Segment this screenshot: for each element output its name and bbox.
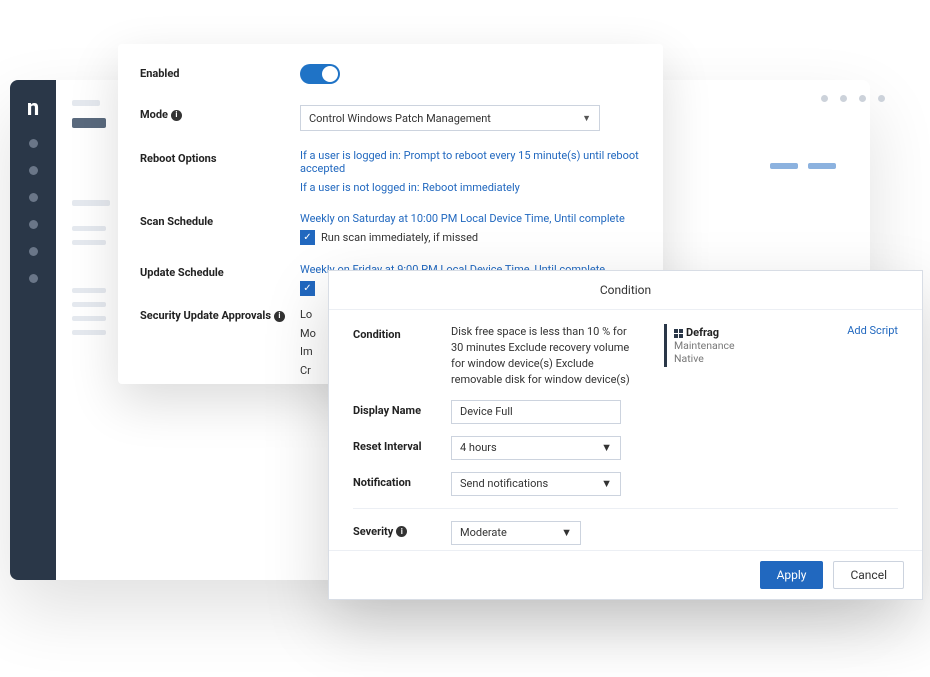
reboot-logged-in-link[interactable]: If a user is logged in: Prompt to reboot… bbox=[300, 149, 641, 175]
skeleton bbox=[72, 240, 106, 245]
app-logo: n bbox=[27, 96, 39, 121]
caret-down-icon: ▼ bbox=[582, 113, 591, 124]
caret-down-icon: ▼ bbox=[601, 441, 612, 454]
skeleton bbox=[72, 288, 106, 293]
skeleton bbox=[72, 226, 106, 231]
apply-button[interactable]: Apply bbox=[760, 561, 824, 589]
enabled-label: Enabled bbox=[140, 64, 300, 80]
scan-schedule-label: Scan Schedule bbox=[140, 212, 300, 228]
condition-modal: Condition Add Script Defrag Maintenance … bbox=[328, 270, 923, 600]
divider bbox=[353, 508, 898, 509]
scan-schedule-link[interactable]: Weekly on Saturday at 10:00 PM Local Dev… bbox=[300, 212, 641, 225]
add-script-link[interactable]: Add Script bbox=[847, 324, 898, 337]
info-icon[interactable]: i bbox=[396, 526, 407, 537]
severity-select[interactable]: Moderate▼ bbox=[451, 521, 581, 545]
scan-missed-checkbox[interactable]: ✓ bbox=[300, 230, 315, 245]
nav-dot[interactable] bbox=[29, 166, 38, 175]
skeleton bbox=[808, 163, 836, 169]
skeleton bbox=[72, 302, 106, 307]
reset-interval-select[interactable]: 4 hours▼ bbox=[451, 436, 621, 460]
notification-label: Notification bbox=[353, 472, 451, 489]
skeleton bbox=[72, 200, 110, 206]
nav-dot[interactable] bbox=[29, 220, 38, 229]
update-missed-checkbox[interactable]: ✓ bbox=[300, 281, 315, 296]
skeleton bbox=[72, 100, 100, 106]
update-schedule-label: Update Schedule bbox=[140, 263, 300, 279]
reboot-not-logged-in-link[interactable]: If a user is not logged in: Reboot immed… bbox=[300, 181, 641, 194]
modal-title: Condition bbox=[329, 271, 922, 310]
modal-body: Add Script Defrag Maintenance Native Con… bbox=[329, 310, 922, 550]
nav-dot[interactable] bbox=[29, 139, 38, 148]
reset-interval-label: Reset Interval bbox=[353, 436, 451, 453]
mode-label: Modei bbox=[140, 105, 300, 121]
reboot-options-label: Reboot Options bbox=[140, 149, 300, 165]
window-dots bbox=[821, 95, 885, 102]
windows-icon bbox=[674, 329, 683, 338]
display-name-input[interactable]: Device Full bbox=[451, 400, 621, 424]
script-entry[interactable]: Defrag Maintenance Native bbox=[664, 324, 742, 367]
info-icon[interactable]: i bbox=[171, 110, 182, 121]
skeleton bbox=[72, 118, 106, 128]
nav-dot[interactable] bbox=[29, 274, 38, 283]
enabled-toggle[interactable] bbox=[300, 64, 340, 84]
security-update-approvals-label: Security Update Approvalsi bbox=[140, 306, 300, 322]
skeleton bbox=[770, 163, 798, 169]
caret-down-icon: ▼ bbox=[601, 477, 612, 490]
cancel-button[interactable]: Cancel bbox=[833, 561, 904, 589]
condition-text-link[interactable]: Disk free space is less than 10 % for 30… bbox=[451, 324, 631, 388]
scan-missed-label: Run scan immediately, if missed bbox=[321, 231, 478, 244]
modal-footer: Apply Cancel bbox=[329, 550, 922, 599]
display-name-label: Display Name bbox=[353, 400, 451, 417]
notification-select[interactable]: Send notifications▼ bbox=[451, 472, 621, 496]
nav-dot[interactable] bbox=[29, 193, 38, 202]
condition-label: Condition bbox=[353, 324, 451, 341]
caret-down-icon: ▼ bbox=[561, 526, 572, 539]
skeleton bbox=[72, 316, 106, 321]
app-sidebar: n bbox=[10, 80, 56, 580]
skeleton bbox=[72, 330, 106, 335]
info-icon[interactable]: i bbox=[274, 311, 285, 322]
severity-label: Severityi bbox=[353, 521, 451, 538]
nav-dot[interactable] bbox=[29, 247, 38, 256]
mode-select[interactable]: Control Windows Patch Management▼ bbox=[300, 105, 600, 131]
